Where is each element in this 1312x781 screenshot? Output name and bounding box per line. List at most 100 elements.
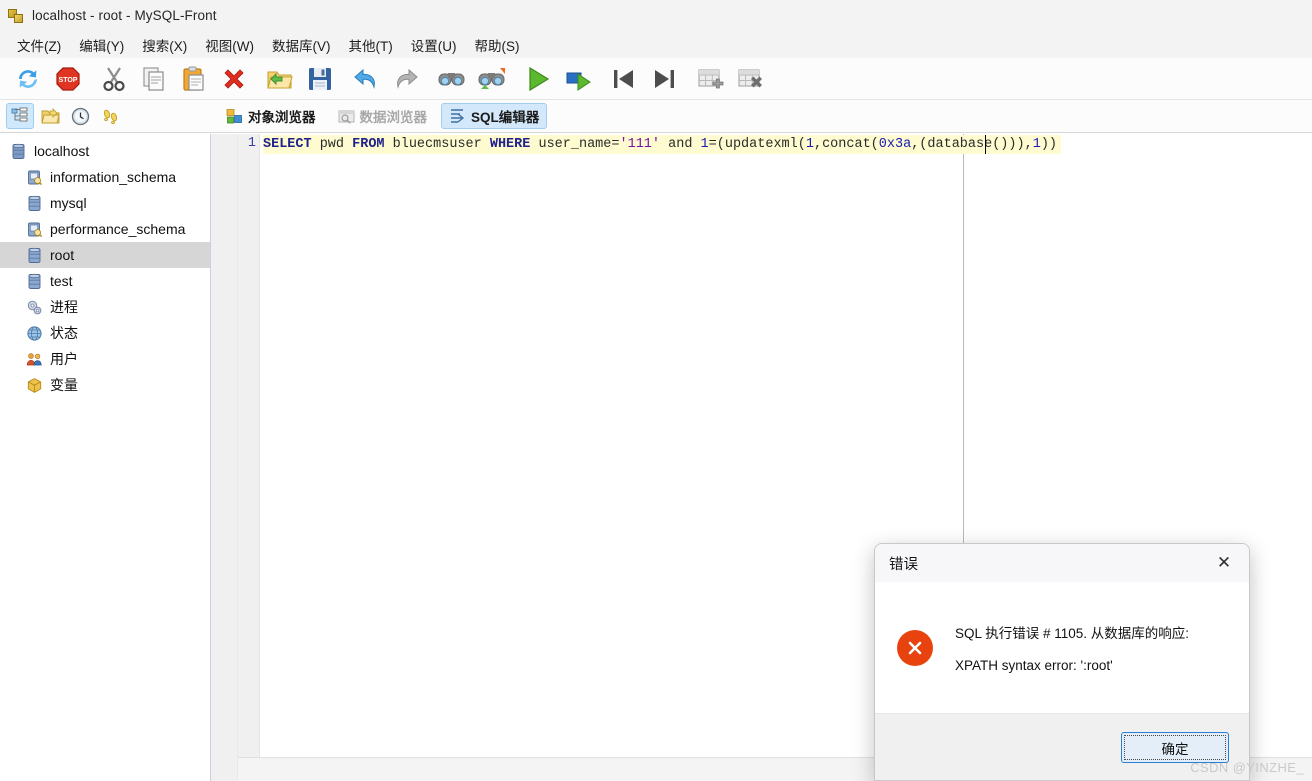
package-icon (27, 377, 42, 393)
menu-other[interactable]: 其他(T) (339, 33, 401, 57)
tree-item-test-label: test (50, 273, 73, 289)
tree-item-information-schema-label: information_schema (50, 169, 177, 185)
sql-editor-icon (451, 108, 465, 123)
stop-icon: STOP (56, 66, 80, 91)
close-icon[interactable]: ✕ (1203, 546, 1245, 580)
menu-file[interactable]: 文件(Z) (8, 33, 70, 57)
database-icon (28, 247, 41, 263)
view-toolbar: 对象浏览器 数据浏览器 SQL编辑器 (0, 100, 1312, 133)
execute-step-button[interactable] (558, 61, 598, 97)
tree-item-variables[interactable]: 变量 (0, 372, 210, 398)
redo-button[interactable] (386, 61, 426, 97)
open-button[interactable] (260, 61, 300, 97)
tree-item-mysql[interactable]: mysql (0, 190, 210, 216)
tab-data-browser[interactable]: 数据浏览器 (330, 103, 436, 129)
panel-splitter[interactable] (211, 134, 238, 781)
svg-text:STOP: STOP (59, 77, 78, 84)
sql-token: WHERE (489, 137, 531, 152)
menu-database[interactable]: 数据库(V) (263, 33, 340, 57)
ok-button[interactable]: 确定 (1121, 732, 1229, 763)
tree-item-root[interactable]: root (0, 242, 210, 268)
tab-sql-editor-label: SQL编辑器 (471, 110, 540, 125)
find-button[interactable] (432, 61, 472, 97)
last-record-icon (655, 69, 674, 88)
drop-table-button[interactable] (730, 61, 770, 97)
add-table-icon (698, 68, 724, 88)
error-messages: SQL 执行错误 # 1105. 从数据库的响应: XPATH syntax e… (955, 622, 1189, 673)
sql-code-line[interactable]: SELECT pwd FROM bluecmsuser WHERE user_n… (263, 135, 1062, 154)
object-tree-sidebar[interactable]: localhost information_schema mysql perfo… (0, 134, 211, 781)
tree-view-button[interactable] (6, 103, 34, 129)
tree-item-variables-label: 变量 (50, 377, 78, 393)
copy-button[interactable] (134, 61, 174, 97)
cut-button[interactable] (94, 61, 134, 97)
menu-settings[interactable]: 设置(U) (402, 33, 466, 57)
cut-icon (103, 66, 125, 91)
menu-search[interactable]: 搜索(X) (133, 33, 196, 57)
editor-gutter (238, 134, 260, 781)
sql-token: ,(database())), (911, 137, 1033, 152)
save-button[interactable] (300, 61, 340, 97)
sql-token: user_name= (530, 137, 620, 152)
tree-item-mysql-label: mysql (50, 195, 87, 211)
tree-item-information-schema[interactable]: information_schema (0, 164, 210, 190)
tree-item-users[interactable]: 用户 (0, 346, 210, 372)
sql-token: )) (1040, 137, 1058, 152)
sql-token: 1 (805, 137, 814, 152)
tree-item-processes[interactable]: 进程 (0, 294, 210, 320)
sql-token: =(updatexml( (708, 137, 806, 152)
data-browser-icon (338, 110, 354, 124)
tree-item-test[interactable]: test (0, 268, 210, 294)
text-caret (985, 135, 986, 154)
schema-icon (28, 222, 43, 237)
refresh-icon (19, 69, 37, 88)
menubar: 文件(Z) 编辑(Y) 搜索(X) 视图(W) 数据库(V) 其他(T) 设置(… (0, 31, 1312, 58)
history-clock-icon (71, 107, 89, 125)
stop-button[interactable]: STOP (48, 61, 88, 97)
error-message-line-1: SQL 执行错误 # 1105. 从数据库的响应: (955, 626, 1190, 641)
error-dialog[interactable]: 错误 ✕ SQL 执行错误 # 1105. 从数据库的响应: XPATH syn… (874, 543, 1250, 781)
tab-sql-editor[interactable]: SQL编辑器 (441, 103, 548, 129)
tree-item-status[interactable]: 状态 (0, 320, 210, 346)
history-button[interactable] (66, 103, 94, 129)
paste-button[interactable] (174, 61, 214, 97)
execute-icon (529, 66, 550, 91)
add-table-button[interactable] (690, 61, 730, 97)
find-replace-button[interactable] (472, 61, 512, 97)
sql-token: and (660, 137, 701, 152)
undo-button[interactable] (346, 61, 386, 97)
menu-help[interactable]: 帮助(S) (465, 33, 528, 57)
main-toolbar: STOP (0, 58, 1312, 100)
sql-token: ,concat( (813, 137, 879, 152)
folder-icon (40, 107, 60, 123)
object-browser-icon (226, 108, 242, 123)
open-folder-icon (267, 70, 293, 89)
menu-view[interactable]: 视图(W) (196, 33, 263, 57)
tab-object-browser[interactable]: 对象浏览器 (218, 103, 324, 129)
tree-item-status-label: 状态 (50, 325, 78, 341)
schema-icon (28, 170, 43, 185)
copy-icon (143, 66, 164, 91)
sql-token: SELECT (263, 137, 312, 152)
execute-button[interactable] (518, 61, 558, 97)
refresh-button[interactable] (8, 61, 48, 97)
tree-item-users-label: 用户 (50, 351, 78, 367)
tree-item-performance-schema[interactable]: performance_schema (0, 216, 210, 242)
tree-item-performance-schema-label: performance_schema (50, 221, 186, 237)
tree-item-localhost[interactable]: localhost (0, 138, 210, 164)
menu-edit[interactable]: 编辑(Y) (70, 33, 133, 57)
delete-button[interactable] (214, 61, 254, 97)
redo-icon (397, 68, 418, 89)
first-record-button[interactable] (604, 61, 644, 97)
execute-step-icon (566, 72, 591, 91)
footprints-button[interactable] (96, 103, 124, 129)
footprints-icon (103, 109, 117, 124)
last-record-button[interactable] (644, 61, 684, 97)
view-tabs: 对象浏览器 数据浏览器 SQL编辑器 (218, 103, 553, 129)
folder-view-button[interactable] (36, 103, 64, 129)
delete-icon (224, 68, 244, 89)
sql-token: '111' (619, 137, 661, 152)
drop-table-icon (738, 68, 762, 87)
database-icon (28, 273, 41, 289)
error-dialog-titlebar: 错误 ✕ (875, 544, 1249, 582)
